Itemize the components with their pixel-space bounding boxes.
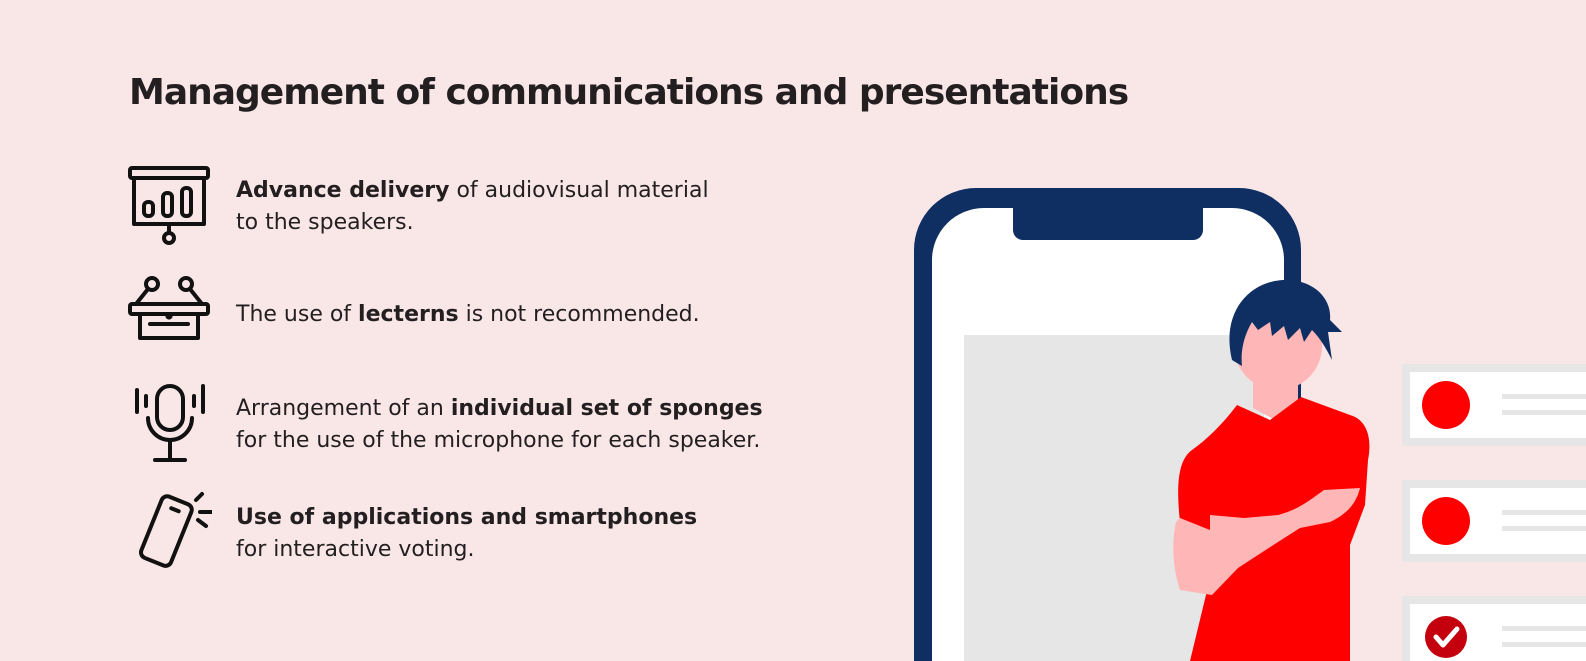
lectern-icon [128, 272, 212, 356]
feature-text-bold: Advance delivery [236, 178, 450, 203]
microphone-icon [128, 380, 212, 464]
voting-card [1402, 364, 1586, 446]
feature-text-bold: lecterns [358, 302, 459, 327]
presentation-board-icon [128, 164, 212, 248]
feature-text-lead: The use of [236, 302, 359, 327]
feature-text-lead: Arrangement of an [236, 396, 451, 421]
feature-text: Arrangement of an individual set of spon… [236, 393, 763, 457]
voting-card-checked [1402, 596, 1586, 661]
feature-text: Use of applications and smartphones for … [236, 502, 697, 566]
smartphone-icon [128, 490, 212, 574]
feature-text-line2: for the use of the microphone for each s… [236, 428, 761, 453]
feature-text-bold: Use of applications and smartphones [236, 505, 698, 530]
feature-text: Advance delivery of audiovisual material… [236, 175, 709, 239]
feature-text-bold: individual set of sponges [450, 396, 763, 421]
voting-card [1402, 480, 1586, 562]
feature-text-line2: for interactive voting. [236, 537, 475, 562]
page-title: Management of communications and present… [129, 72, 1129, 113]
feature-text-rest: is not recommended. [458, 302, 700, 327]
smartphone-voting-illustration [880, 170, 1586, 661]
feature-text: The use of lecterns is not recommended. [236, 299, 700, 331]
feature-text-line2: to the speakers. [236, 210, 414, 235]
feature-text-rest: of audiovisual material [449, 178, 709, 203]
